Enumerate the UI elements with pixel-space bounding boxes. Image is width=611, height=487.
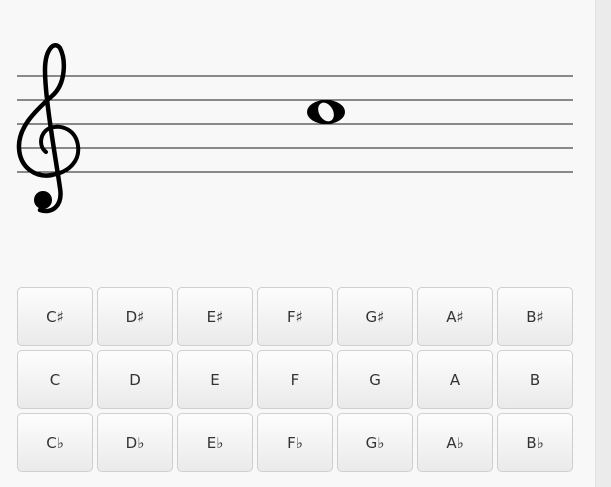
music-staff [16, 43, 573, 214]
note-button-a[interactable]: A [417, 350, 493, 409]
whole-note-icon [307, 100, 345, 124]
note-trainer-page: C♯ D♯ E♯ F♯ G♯ A♯ B♯ C D E F G A B C♭ D♭… [0, 0, 611, 487]
note-button-d[interactable]: D [97, 350, 173, 409]
note-button-d-flat[interactable]: D♭ [97, 413, 173, 472]
note-button-c[interactable]: C [17, 350, 93, 409]
note-button-f-sharp[interactable]: F♯ [257, 287, 333, 346]
note-button-f-flat[interactable]: F♭ [257, 413, 333, 472]
note-button-e-sharp[interactable]: E♯ [177, 287, 253, 346]
note-button-d-sharp[interactable]: D♯ [97, 287, 173, 346]
note-button-a-sharp[interactable]: A♯ [417, 287, 493, 346]
note-button-c-sharp[interactable]: C♯ [17, 287, 93, 346]
note-button-e-flat[interactable]: E♭ [177, 413, 253, 472]
note-button-b-sharp[interactable]: B♯ [497, 287, 573, 346]
note-button-b-flat[interactable]: B♭ [497, 413, 573, 472]
note-button-c-flat[interactable]: C♭ [17, 413, 93, 472]
note-button-g[interactable]: G [337, 350, 413, 409]
note-button-g-flat[interactable]: G♭ [337, 413, 413, 472]
note-button-g-sharp[interactable]: G♯ [337, 287, 413, 346]
note-button-grid: C♯ D♯ E♯ F♯ G♯ A♯ B♯ C D E F G A B C♭ D♭… [17, 287, 573, 472]
note-button-b[interactable]: B [497, 350, 573, 409]
note-button-e[interactable]: E [177, 350, 253, 409]
note-button-f[interactable]: F [257, 350, 333, 409]
treble-clef-icon [16, 43, 81, 214]
note-button-a-flat[interactable]: A♭ [417, 413, 493, 472]
vertical-scrollbar[interactable] [595, 0, 611, 487]
